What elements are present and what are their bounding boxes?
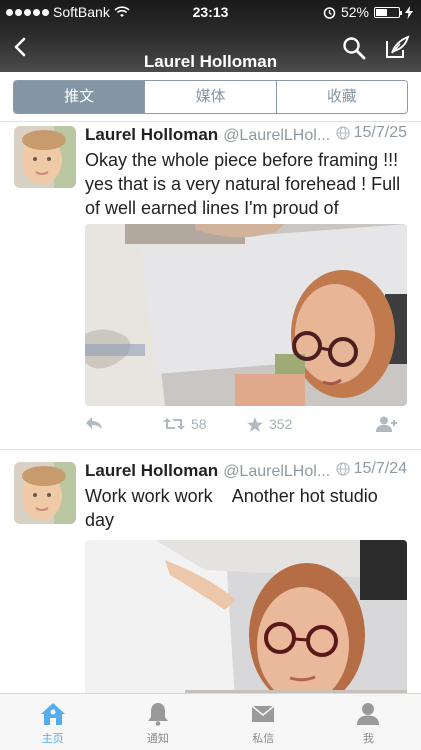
tweet-photo[interactable] (85, 540, 407, 693)
segmented-control: 推文 媒体 收藏 (13, 80, 408, 114)
tab-tweets[interactable]: 推文 (14, 81, 146, 113)
navigation-header: SoftBank 23:13 52% Laurel Holloman (0, 0, 421, 72)
tweet-text: Work work work Another hot studio day (85, 486, 383, 530)
star-icon (247, 416, 263, 432)
retweet-button[interactable]: 58 (163, 416, 207, 432)
tweet-actions: 58 352 (85, 416, 407, 440)
retweet-count: 58 (191, 416, 207, 432)
alarm-icon (323, 6, 336, 19)
app-screen: SoftBank 23:13 52% Laurel Holloman 推文 媒体… (0, 0, 421, 750)
tab-home-label: 主页 (41, 733, 64, 745)
author-handle[interactable]: @LaurelLHol... (223, 127, 330, 145)
search-icon[interactable] (342, 36, 366, 60)
tab-me[interactable]: 我 (316, 694, 421, 750)
tweet-header: Laurel Holloman @LaurelLHol... 15/7/25 (85, 124, 407, 146)
tab-media[interactable]: 媒体 (145, 81, 277, 113)
envelope-icon (251, 705, 275, 722)
reply-icon (86, 417, 102, 429)
author-name[interactable]: Laurel Holloman (85, 461, 218, 481)
photo-image (85, 540, 407, 693)
follow-button[interactable] (376, 416, 398, 432)
status-bar: SoftBank 23:13 52% (0, 0, 421, 24)
bottom-tab-bar: 主页 通知 私信 我 (0, 693, 421, 750)
tweet-meta: 15/7/24 (336, 460, 407, 478)
compose-icon[interactable] (384, 34, 410, 60)
timeline: Laurel Holloman @LaurelLHol... 15/7/25 O… (0, 122, 421, 693)
photo-image (85, 224, 407, 406)
tab-notifications[interactable]: 通知 (105, 694, 210, 750)
charging-icon (405, 5, 413, 19)
person-icon (357, 703, 380, 725)
bell-icon (147, 703, 168, 726)
tweet-item[interactable]: Laurel Holloman @LaurelLHol... 15/7/25 O… (0, 122, 421, 450)
retweet-icon (163, 418, 185, 430)
author-handle[interactable]: @LaurelLHol... (223, 463, 330, 481)
globe-icon (336, 126, 350, 140)
tweet-date: 15/7/24 (353, 460, 407, 477)
author-name[interactable]: Laurel Holloman (85, 125, 218, 145)
tweet-meta: 15/7/25 (336, 124, 407, 142)
add-user-icon (376, 416, 397, 432)
tab-messages[interactable]: 私信 (211, 694, 316, 750)
tab-home[interactable]: 主页 (0, 694, 105, 750)
battery-level (376, 8, 387, 16)
tweet-header: Laurel Holloman @LaurelLHol... 15/7/24 (85, 460, 407, 482)
globe-icon (336, 462, 350, 476)
tab-notifications-label: 通知 (146, 733, 169, 745)
favorite-count: 352 (269, 416, 293, 432)
segment-bar: 推文 媒体 收藏 (0, 72, 421, 122)
status-right: 52% (323, 4, 413, 20)
tab-messages-label: 私信 (252, 733, 275, 745)
tweet-date: 15/7/25 (353, 124, 407, 141)
favorite-button[interactable]: 352 (247, 416, 292, 432)
tweet-text: Okay the whole piece before framing !!! … (85, 150, 401, 218)
battery-percent: 52% (340, 4, 369, 20)
avatar[interactable] (14, 462, 76, 524)
avatar[interactable] (14, 126, 76, 188)
tweet-item[interactable]: Laurel Holloman @LaurelLHol... 15/7/24 W… (0, 450, 421, 693)
home-icon (40, 703, 65, 725)
tab-me-label: 我 (362, 733, 374, 745)
battery-icon (374, 6, 402, 18)
tweet-photo[interactable] (85, 224, 407, 406)
reply-button[interactable] (85, 416, 103, 430)
tab-favorites[interactable]: 收藏 (276, 81, 407, 113)
